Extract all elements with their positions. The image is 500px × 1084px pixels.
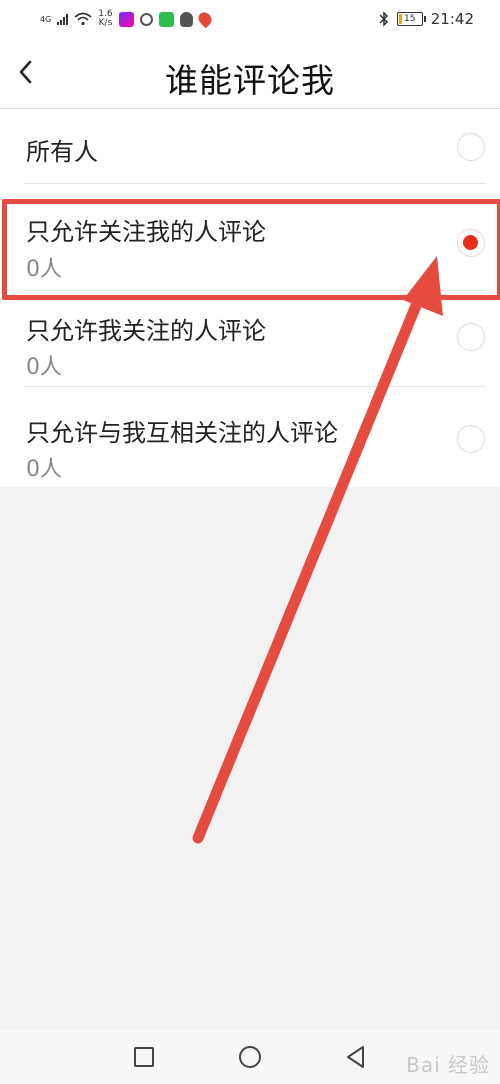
status-left: 4G 1.6 K/s	[40, 8, 214, 30]
wifi-icon	[74, 12, 92, 26]
annotation-highlight-box	[2, 199, 500, 300]
back-triangle-icon	[347, 1046, 364, 1068]
radio-button[interactable]	[457, 323, 485, 351]
option-everyone[interactable]: 所有人	[0, 109, 500, 184]
watermark: Bai 经验	[406, 1053, 490, 1077]
radio-button[interactable]	[457, 425, 485, 453]
home-icon	[239, 1046, 261, 1068]
option-label: 只允许与我互相关注的人评论	[26, 419, 338, 447]
option-following-only[interactable]: 只允许我关注的人评论 0人	[0, 291, 500, 387]
page-title: 谁能评论我	[165, 61, 335, 100]
video-app-icon	[118, 11, 134, 27]
system-back-button[interactable]	[343, 1044, 369, 1070]
option-label: 只允许我关注的人评论	[26, 317, 266, 345]
iqiyi-icon	[158, 11, 174, 27]
net-speed: 1.6 K/s	[98, 10, 112, 28]
recent-apps-button[interactable]	[131, 1044, 157, 1070]
clock: 21:42	[430, 10, 474, 28]
option-mutual-follow-only[interactable]: 只允许与我互相关注的人评论 0人	[0, 387, 500, 487]
location-app-icon	[195, 9, 214, 29]
status-bar: 4G 1.6 K/s 15 21:42	[0, 0, 500, 36]
battery-level: 15	[404, 14, 416, 24]
net-speed-unit: K/s	[98, 18, 113, 28]
circle-app-icon	[139, 12, 153, 26]
battery-icon: 15	[396, 12, 426, 26]
network-type: 4G	[40, 14, 52, 24]
divider	[24, 183, 486, 184]
bluetooth-icon	[379, 11, 388, 27]
option-label: 所有人	[26, 138, 98, 166]
signal-icon	[57, 13, 69, 25]
option-count: 0人	[26, 457, 62, 482]
recent-apps-icon	[134, 1047, 154, 1067]
radio-button[interactable]	[457, 133, 485, 161]
qq-icon	[179, 11, 193, 27]
home-button[interactable]	[237, 1044, 263, 1070]
navigation-bar: Bai 经验	[0, 1030, 500, 1084]
header: 谁能评论我	[0, 36, 500, 109]
status-right: 15 21:42	[379, 8, 474, 30]
option-count: 0人	[26, 355, 62, 380]
